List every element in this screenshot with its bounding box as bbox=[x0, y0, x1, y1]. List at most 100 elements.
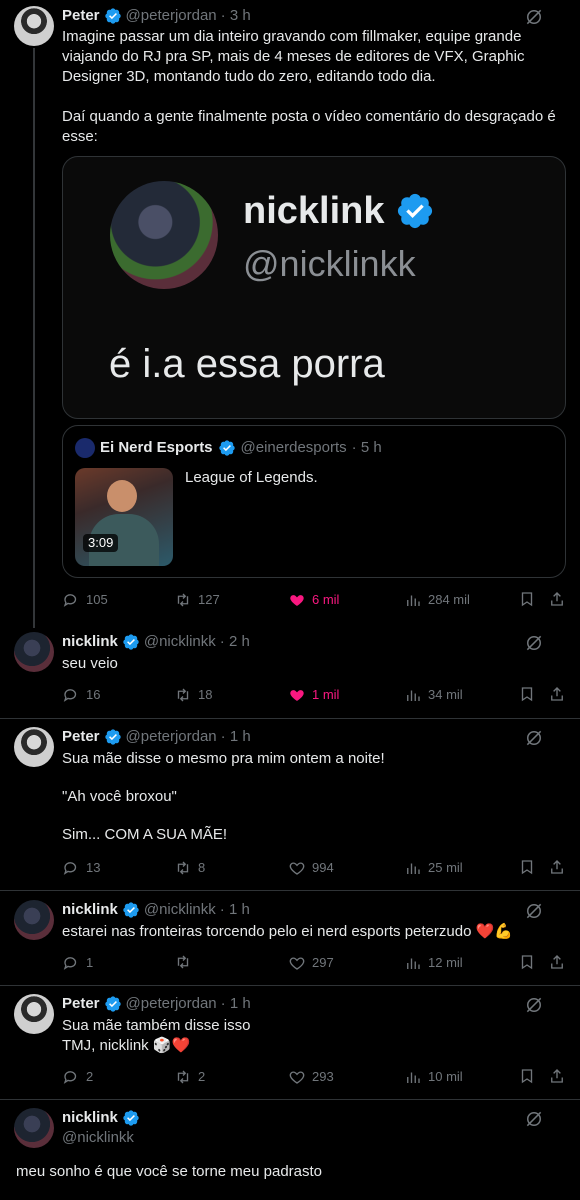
author-name[interactable]: Peter bbox=[62, 727, 100, 747]
tweet-time[interactable]: · 2 h bbox=[220, 632, 250, 652]
share-icon bbox=[548, 590, 566, 608]
tweet-text: seu veio bbox=[62, 655, 118, 672]
bookmark-button[interactable] bbox=[518, 953, 536, 971]
retweet-button[interactable]: 8 bbox=[174, 858, 205, 878]
retweet-button[interactable]: 18 bbox=[174, 685, 212, 705]
reply-button[interactable]: 1 bbox=[62, 953, 93, 973]
verified-badge-icon bbox=[104, 7, 122, 25]
tweet-header: nicklink @nicklinkk · 2 h bbox=[62, 632, 250, 652]
share-button[interactable] bbox=[548, 953, 566, 971]
avatar[interactable] bbox=[14, 632, 54, 672]
tweet-actions: 16 18 1 mil 34 mil bbox=[62, 685, 564, 705]
author-handle[interactable]: @peterjordan bbox=[126, 994, 217, 1014]
author-name[interactable]: Peter bbox=[62, 6, 100, 26]
reply-button[interactable]: 105 bbox=[62, 590, 108, 610]
heart-icon bbox=[288, 859, 306, 877]
views-button[interactable]: 12 mil bbox=[404, 953, 463, 973]
author-handle[interactable]: @nicklinkk bbox=[144, 900, 216, 920]
tweet-text: estarei nas fronteiras torcendo pelo ei … bbox=[62, 923, 513, 940]
author-name[interactable]: nicklink bbox=[62, 1108, 118, 1128]
tweet-time[interactable]: · 1 h bbox=[221, 727, 251, 747]
like-button[interactable]: 297 bbox=[288, 953, 334, 973]
share-icon bbox=[548, 953, 566, 971]
share-button[interactable] bbox=[548, 685, 566, 703]
retweet-button[interactable] bbox=[174, 953, 198, 971]
grok-icon[interactable] bbox=[524, 728, 544, 748]
tweet-header: Peter @peterjordan · 1 h bbox=[62, 994, 251, 1014]
reply-icon bbox=[62, 686, 80, 704]
avatar[interactable] bbox=[14, 900, 54, 940]
quote-video-thumbnail[interactable]: 3:09 bbox=[75, 468, 173, 566]
grok-icon[interactable] bbox=[524, 995, 544, 1015]
bookmark-button[interactable] bbox=[518, 685, 536, 703]
tweet-actions: 13 8 994 25 mil bbox=[62, 858, 564, 878]
reply-button[interactable]: 13 bbox=[62, 858, 100, 878]
views-icon bbox=[404, 591, 422, 609]
tweet-text: Sua mãe disse o mesmo pra mim ontem a no… bbox=[62, 750, 385, 843]
author-name[interactable]: nicklink bbox=[62, 632, 118, 652]
bookmark-button[interactable] bbox=[518, 858, 536, 876]
bookmark-icon bbox=[518, 953, 536, 971]
author-handle[interactable]: @nicklinkk bbox=[62, 1128, 134, 1148]
avatar[interactable] bbox=[14, 994, 54, 1034]
tweet-time[interactable]: · 1 h bbox=[220, 900, 250, 920]
views-icon bbox=[404, 1068, 422, 1086]
media-avatar bbox=[110, 181, 218, 289]
quote-author-name: Ei Nerd Esports bbox=[100, 439, 213, 456]
grok-icon[interactable] bbox=[524, 1109, 544, 1129]
verified-badge-icon bbox=[104, 728, 122, 746]
author-handle[interactable]: @peterjordan bbox=[126, 727, 217, 747]
tweet-time[interactable]: · 3 h bbox=[221, 6, 251, 26]
views-icon bbox=[404, 859, 422, 877]
verified-badge-icon bbox=[104, 995, 122, 1013]
tweet-media-image[interactable]: nicklink @nicklinkk é i.a essa porra bbox=[62, 156, 566, 419]
avatar[interactable] bbox=[14, 1108, 54, 1148]
author-name[interactable]: nicklink bbox=[62, 900, 118, 920]
tweet-time[interactable]: · 1 h bbox=[221, 994, 251, 1014]
media-handle: @nicklinkk bbox=[243, 243, 416, 284]
quote-header: Ei Nerd Esports @einerdesports · 5 h bbox=[75, 438, 382, 458]
reply-button[interactable]: 2 bbox=[62, 1067, 93, 1087]
media-verified-icon bbox=[395, 191, 435, 231]
views-button[interactable]: 25 mil bbox=[404, 858, 463, 878]
author-handle[interactable]: @peterjordan bbox=[126, 6, 217, 26]
quote-author-handle: @einerdesports bbox=[240, 439, 347, 456]
like-button[interactable]: 293 bbox=[288, 1067, 334, 1087]
share-button[interactable] bbox=[548, 590, 566, 608]
heart-filled-icon bbox=[288, 591, 306, 609]
author-handle[interactable]: @nicklinkk bbox=[144, 632, 216, 652]
tweet-actions: 1 297 12 mil bbox=[62, 953, 564, 973]
verified-badge-icon bbox=[218, 439, 236, 457]
retweet-icon bbox=[174, 591, 192, 609]
tweet-actions: 105 127 6 mil 284 mil bbox=[62, 590, 564, 610]
views-button[interactable]: 284 mil bbox=[404, 590, 470, 610]
avatar[interactable] bbox=[14, 6, 54, 46]
bookmark-button[interactable] bbox=[518, 1067, 536, 1085]
reply-icon bbox=[62, 1068, 80, 1086]
retweet-button[interactable]: 127 bbox=[174, 590, 220, 610]
retweet-button[interactable]: 2 bbox=[174, 1067, 205, 1087]
like-button[interactable]: 994 bbox=[288, 858, 334, 878]
quoted-tweet[interactable]: Ei Nerd Esports @einerdesports · 5 h 3:0… bbox=[62, 425, 566, 578]
like-button[interactable]: 1 mil bbox=[288, 685, 339, 705]
share-button[interactable] bbox=[548, 1067, 566, 1085]
like-button[interactable]: 6 mil bbox=[288, 590, 339, 610]
grok-icon[interactable] bbox=[524, 901, 544, 921]
share-button[interactable] bbox=[548, 858, 566, 876]
grok-icon[interactable] bbox=[524, 7, 544, 27]
avatar[interactable] bbox=[14, 727, 54, 767]
bookmark-button[interactable] bbox=[518, 590, 536, 608]
views-button[interactable]: 10 mil bbox=[404, 1067, 463, 1087]
quote-text: League of Legends. bbox=[185, 469, 318, 486]
tweet-header: Peter @peterjordan · 3 h bbox=[62, 6, 251, 26]
reply-button[interactable]: 16 bbox=[62, 685, 100, 705]
tweet-header: nicklink @nicklinkk · 1 h bbox=[62, 900, 250, 920]
views-button[interactable]: 34 mil bbox=[404, 685, 463, 705]
person-shape bbox=[107, 480, 137, 512]
media-name-row: nicklink bbox=[243, 189, 435, 233]
author-name[interactable]: Peter bbox=[62, 994, 100, 1014]
retweet-icon bbox=[174, 953, 192, 971]
divider bbox=[0, 1099, 580, 1100]
grok-icon[interactable] bbox=[524, 633, 544, 653]
quote-avatar bbox=[75, 438, 95, 458]
